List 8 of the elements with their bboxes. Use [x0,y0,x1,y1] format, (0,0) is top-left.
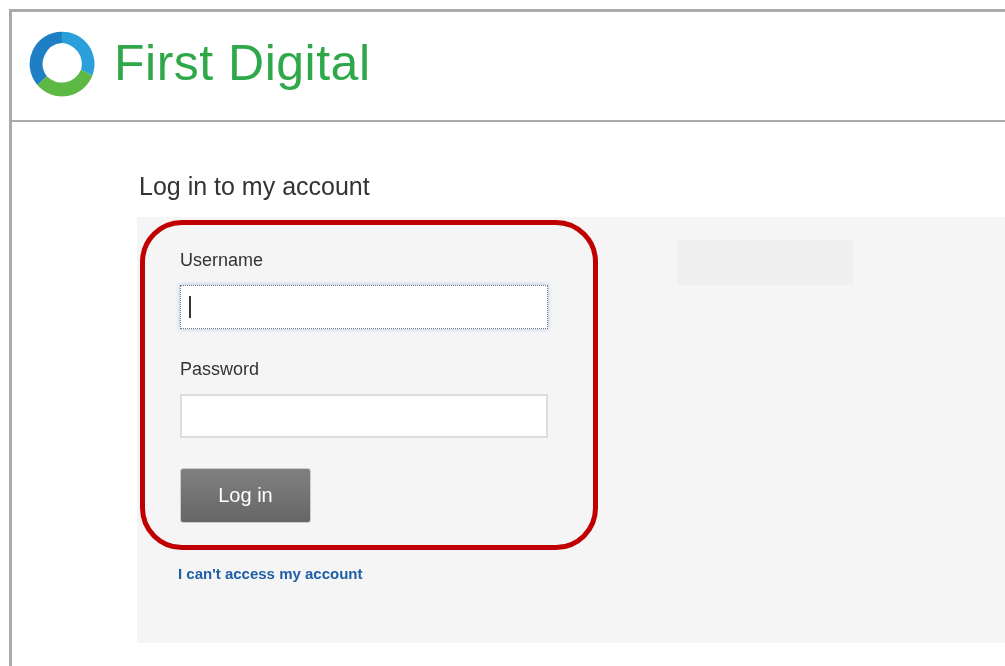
input-field[interactable] [180,285,548,329]
text-cursor [189,296,191,318]
field-label: Password [180,359,260,380]
help-link[interactable]: I can't access my account [178,565,598,582]
field-label: Username [180,250,264,271]
page-title: Log in to my account [139,172,371,201]
login-button[interactable]: Log in [180,468,311,523]
logo-text: First Digital [114,34,371,92]
